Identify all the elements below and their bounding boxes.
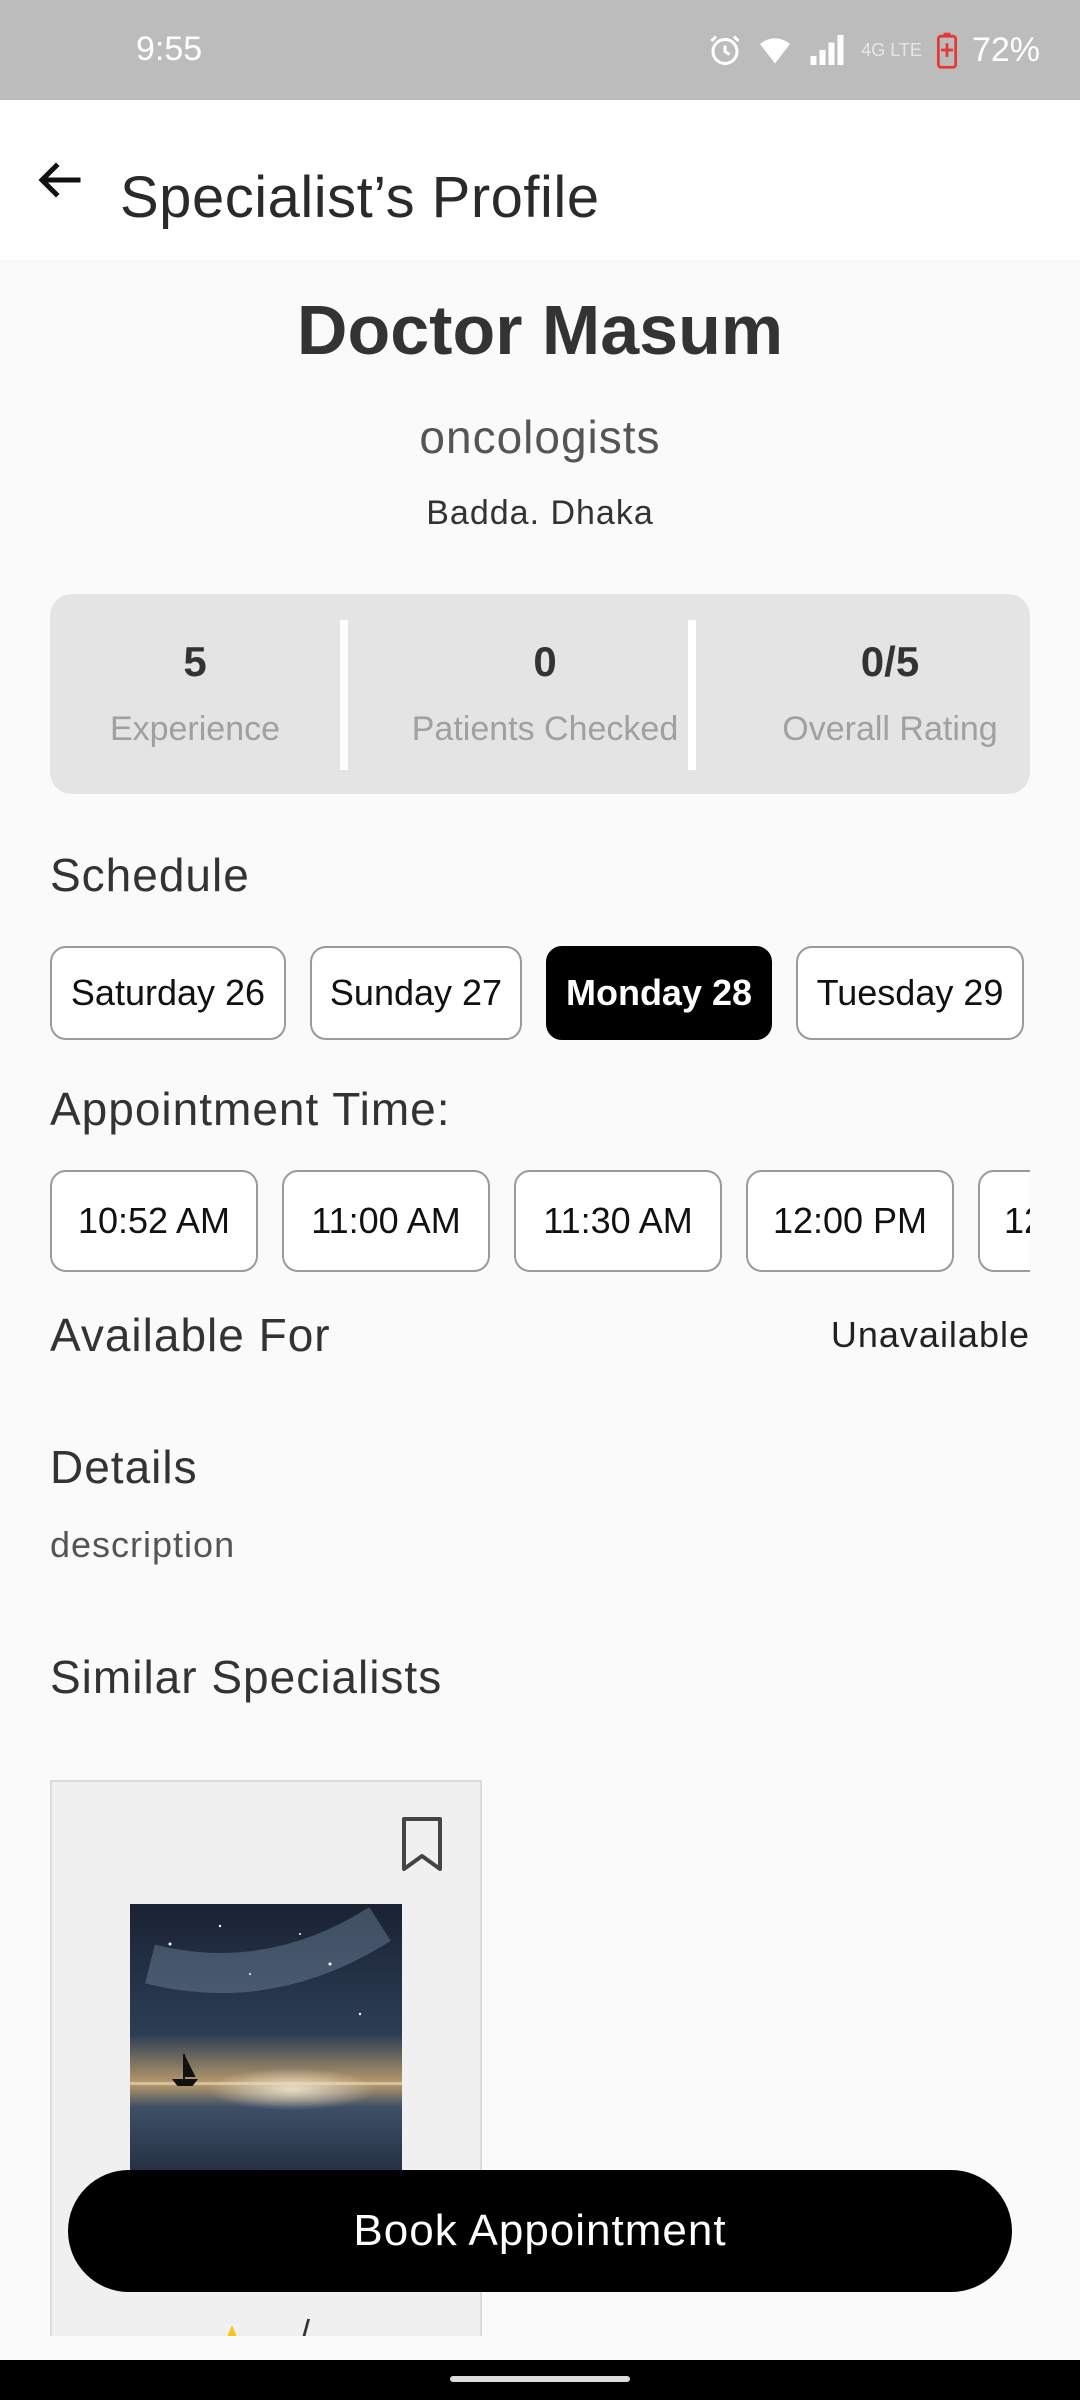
time-slot[interactable]: 11:30 AM (514, 1170, 722, 1272)
stat-label: Overall Rating (782, 710, 998, 748)
similar-specialists-title: Similar Specialists (50, 1651, 443, 1703)
stat-value: 0 (533, 638, 557, 685)
battery-icon (936, 31, 958, 69)
doctor-name: Doctor Masum (296, 291, 784, 369)
day-chip-monday[interactable]: Monday 28 (546, 946, 772, 1040)
schedule-title: Schedule (50, 849, 250, 901)
doctor-location: Badda. Dhaka (426, 494, 654, 532)
availability-status: Unavailable (830, 1314, 1030, 1355)
time-slot[interactable]: 10:52 AM (50, 1170, 258, 1272)
signal-icon (807, 32, 847, 68)
stat-divider (688, 620, 696, 770)
appointment-time-title: Appointment Time: (50, 1083, 451, 1135)
doctor-specialty: oncologists (419, 411, 661, 463)
stats-card: 5 Experience 0 Patients Checked 0/5 Over… (50, 594, 1030, 794)
back-button[interactable] (30, 150, 90, 210)
status-bar: 9:55 4G LTE 72% (0, 0, 1080, 100)
day-chip-tuesday[interactable]: Tuesday 29 (796, 946, 1024, 1040)
day-chip-sunday[interactable]: Sunday 27 (310, 946, 522, 1040)
lte-label: 4G LTE (861, 39, 922, 60)
time-slot-row: 10:52 AM 11:00 AM 11:30 AM 12:00 PM 12:3… (50, 1160, 1030, 1280)
content-clip (0, 2336, 1080, 2360)
alarm-icon (707, 32, 743, 68)
time-slot[interactable]: 12:30 PM (978, 1170, 1030, 1272)
stat-value: 0/5 (860, 638, 920, 685)
details-description: description (50, 1524, 236, 1565)
book-appointment-button[interactable]: Book Appointment (68, 2170, 1012, 2292)
stat-label: Patients Checked (411, 710, 679, 748)
stat-overall-rating: 0/5 Overall Rating (750, 594, 1030, 794)
time-slot[interactable]: 11:00 AM (282, 1170, 490, 1272)
stat-value: 5 (183, 638, 207, 685)
wifi-icon (757, 32, 793, 68)
stat-experience: 5 Experience (50, 594, 340, 794)
arrow-left-icon (38, 162, 81, 198)
day-chip-saturday[interactable]: Saturday 26 (50, 946, 286, 1040)
specialist-photo (130, 1904, 402, 2194)
home-handle[interactable] (450, 2376, 630, 2382)
stat-label: Experience (109, 710, 281, 748)
stat-patients-checked: 0 Patients Checked (350, 594, 740, 794)
available-for-title: Available For (50, 1309, 331, 1361)
stat-divider (340, 620, 348, 770)
bookmark-outline-icon[interactable] (400, 1816, 444, 1877)
page-title: Specialist’s Profile (120, 165, 600, 230)
app-bar: Specialist’s Profile (0, 100, 1080, 260)
battery-percent: 72% (971, 30, 1040, 69)
system-nav-bar (0, 2360, 1080, 2400)
time-slot[interactable]: 12:00 PM (746, 1170, 954, 1272)
status-icons: 4G LTE 72% (707, 26, 1040, 74)
details-title: Details (50, 1441, 198, 1493)
status-time: 9:55 (136, 30, 203, 68)
